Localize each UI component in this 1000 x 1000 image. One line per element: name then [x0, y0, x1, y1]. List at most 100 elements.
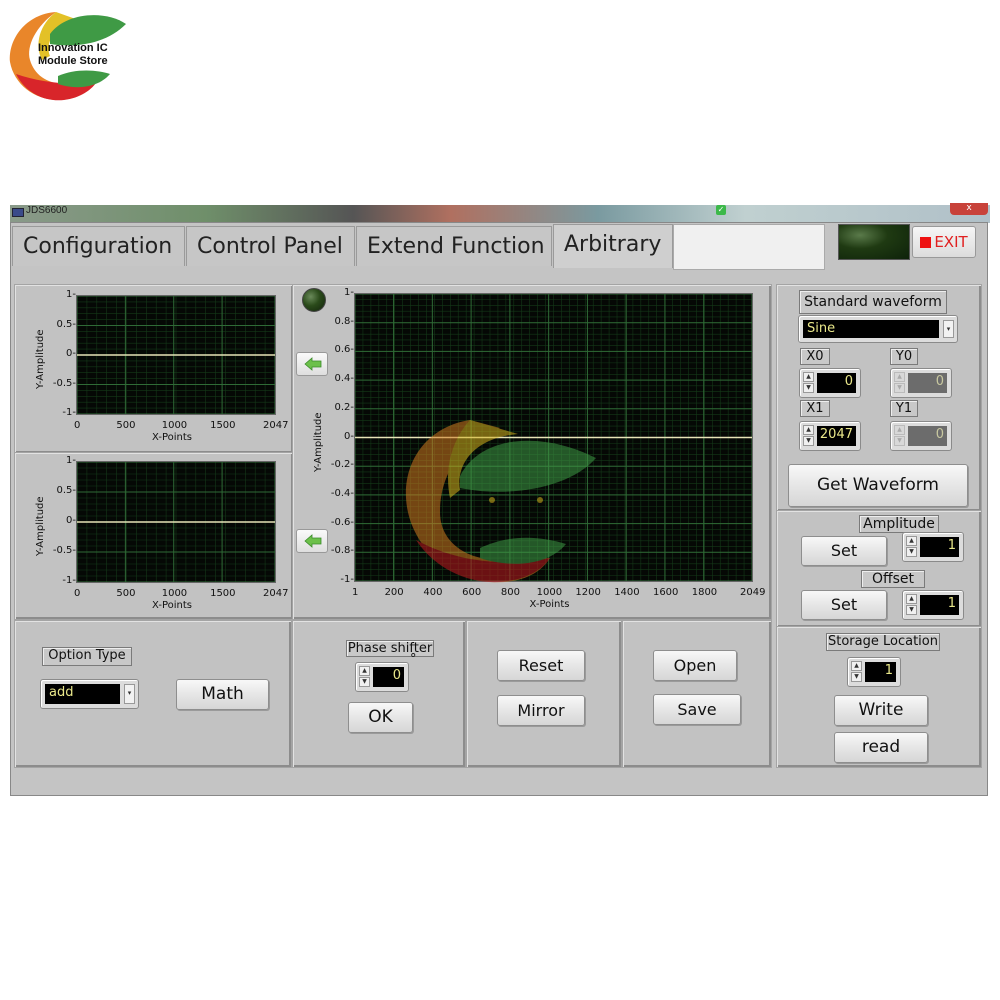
y-tick-label: 0.5-: [56, 485, 76, 496]
phase-spinner[interactable]: ▲ ▼: [359, 666, 370, 688]
y1-label: Y1: [890, 400, 918, 417]
y0-numeric: ▲ ▼ 0: [890, 368, 952, 398]
app-icon: [12, 208, 24, 217]
window-title: JDS6600: [26, 205, 68, 216]
y-tick-label: 0.8-: [334, 315, 354, 327]
storage-location-label: Storage Location: [826, 633, 940, 651]
y-tick-label: -0.4-: [330, 487, 354, 499]
save-button[interactable]: Save: [653, 694, 741, 725]
y1-numeric: ▲ ▼ 0: [890, 421, 952, 451]
x1-label: X1: [800, 400, 830, 417]
send-to-graph-1-button[interactable]: [296, 352, 328, 376]
option-type-label: Option Type: [42, 647, 132, 666]
storage-location-value[interactable]: 1: [865, 662, 896, 682]
y-axis-label: Y-Amplitude: [35, 496, 46, 556]
ok-button[interactable]: OK: [348, 702, 413, 733]
tab-configuration[interactable]: Configuration: [12, 226, 185, 266]
x-tick-label: 500: [116, 420, 136, 431]
send-to-graph-2-button[interactable]: [296, 529, 328, 553]
small-graph-2-plot-area[interactable]: [76, 461, 276, 583]
y-tick-label: -0.5-: [52, 377, 76, 389]
storage-spinner[interactable]: ▲ ▼: [851, 661, 862, 683]
x-tick-label: 800: [500, 587, 520, 598]
x-tick-label: 1600: [652, 587, 679, 598]
x-axis-label: X-Points: [152, 432, 192, 443]
y-tick-label: 0.2-: [334, 401, 354, 413]
exit-button[interactable]: EXIT: [912, 226, 976, 258]
math-button[interactable]: Math: [176, 679, 269, 710]
tab-arbitrary[interactable]: Arbitrary: [553, 224, 673, 268]
y0-label: Y0: [890, 348, 918, 365]
amplitude-spinner[interactable]: ▲ ▼: [906, 536, 917, 558]
amplitude-label: Amplitude: [859, 515, 939, 533]
x0-spinner[interactable]: ▲ ▼: [803, 372, 814, 394]
option-type-value: add: [45, 684, 120, 704]
reset-mirror-panel: [466, 620, 622, 768]
x-tick-label: 500: [116, 588, 136, 599]
y-axis-label: Y-Amplitude: [35, 329, 46, 389]
logo-line-2: Module Store: [38, 55, 108, 67]
reset-button[interactable]: Reset: [497, 650, 585, 681]
x-tick-label: 1500: [210, 588, 236, 599]
offset-spinner[interactable]: ▲ ▼: [906, 594, 917, 616]
x-tick-label: 1500: [210, 420, 236, 431]
tab-control-panel[interactable]: Control Panel: [186, 226, 355, 266]
degree-unit: °: [410, 652, 417, 667]
left-arrow-icon: [304, 534, 322, 548]
main-graph-plot-area[interactable]: [354, 293, 753, 582]
offset-value[interactable]: 1: [920, 595, 959, 615]
get-waveform-button[interactable]: Get Waveform: [788, 464, 968, 507]
x1-spinner[interactable]: ▲ ▼: [803, 425, 814, 447]
y-tick-label: 0-: [344, 430, 354, 442]
amplitude-set-button[interactable]: Set: [801, 536, 887, 566]
option-type-select[interactable]: add ▾: [40, 679, 139, 709]
x1-value[interactable]: 2047: [817, 426, 856, 446]
x-tick-label: 1000: [536, 587, 563, 598]
left-arrow-icon: [304, 357, 322, 371]
read-button[interactable]: read: [834, 732, 928, 763]
small-graph-1-plot-area[interactable]: [76, 295, 276, 415]
x-tick-label: 2047: [263, 420, 289, 431]
x0-numeric[interactable]: ▲ ▼ 0: [799, 368, 861, 398]
y-tick-label: -0.8-: [330, 545, 354, 557]
x-tick-label: 2047: [263, 588, 289, 599]
offset-numeric[interactable]: ▲ ▼ 1: [902, 590, 964, 620]
phase-shifter-value[interactable]: 0: [373, 667, 404, 687]
x-tick-label: 600: [462, 587, 482, 598]
y-axis-label: Y-Amplitude: [313, 411, 324, 472]
x-tick-label: 1000: [161, 588, 188, 599]
logo-line-1: Innovation IC: [38, 42, 108, 54]
y-tick-label: -0.5-: [52, 545, 76, 556]
stop-icon: [920, 237, 932, 248]
offset-set-button[interactable]: Set: [801, 590, 887, 620]
window-close-button[interactable]: x: [950, 203, 988, 215]
storage-location-numeric[interactable]: ▲ ▼ 1: [847, 657, 901, 687]
open-button[interactable]: Open: [653, 650, 737, 681]
graph-led-indicator: [302, 288, 326, 312]
mirror-button[interactable]: Mirror: [497, 695, 585, 726]
y-tick-label: -1-: [62, 575, 76, 586]
x-tick-label: 400: [423, 587, 443, 598]
chevron-down-icon[interactable]: ▾: [124, 684, 135, 704]
y-tick-label: -0.6-: [330, 516, 354, 528]
y0-value: 0: [908, 373, 947, 393]
amplitude-value[interactable]: 1: [920, 537, 959, 557]
tab-extend-function[interactable]: Extend Function: [356, 226, 552, 266]
y-tick-label: 0.4-: [334, 373, 354, 385]
standard-waveform-select[interactable]: Sine ▾: [798, 315, 958, 343]
write-button[interactable]: Write: [834, 695, 928, 726]
amplitude-numeric[interactable]: ▲ ▼ 1: [902, 532, 964, 562]
x-tick-label: 1200: [575, 587, 601, 598]
x-tick-label: 0: [74, 420, 81, 431]
y-tick-label: 1-: [66, 289, 76, 300]
chevron-down-icon[interactable]: ▾: [943, 320, 954, 338]
y-tick-label: 0-: [66, 348, 76, 359]
y-tick-label: 0.5-: [56, 318, 76, 330]
x0-value[interactable]: 0: [817, 373, 856, 393]
tab-strip-filler: [673, 224, 825, 270]
phase-shifter-numeric[interactable]: ▲ ▼ 0: [355, 662, 409, 692]
y-tick-label: 0.6-: [334, 344, 354, 356]
x0-label: X0: [800, 348, 830, 365]
y1-value: 0: [908, 426, 947, 446]
x1-numeric[interactable]: ▲ ▼ 2047: [799, 421, 861, 451]
